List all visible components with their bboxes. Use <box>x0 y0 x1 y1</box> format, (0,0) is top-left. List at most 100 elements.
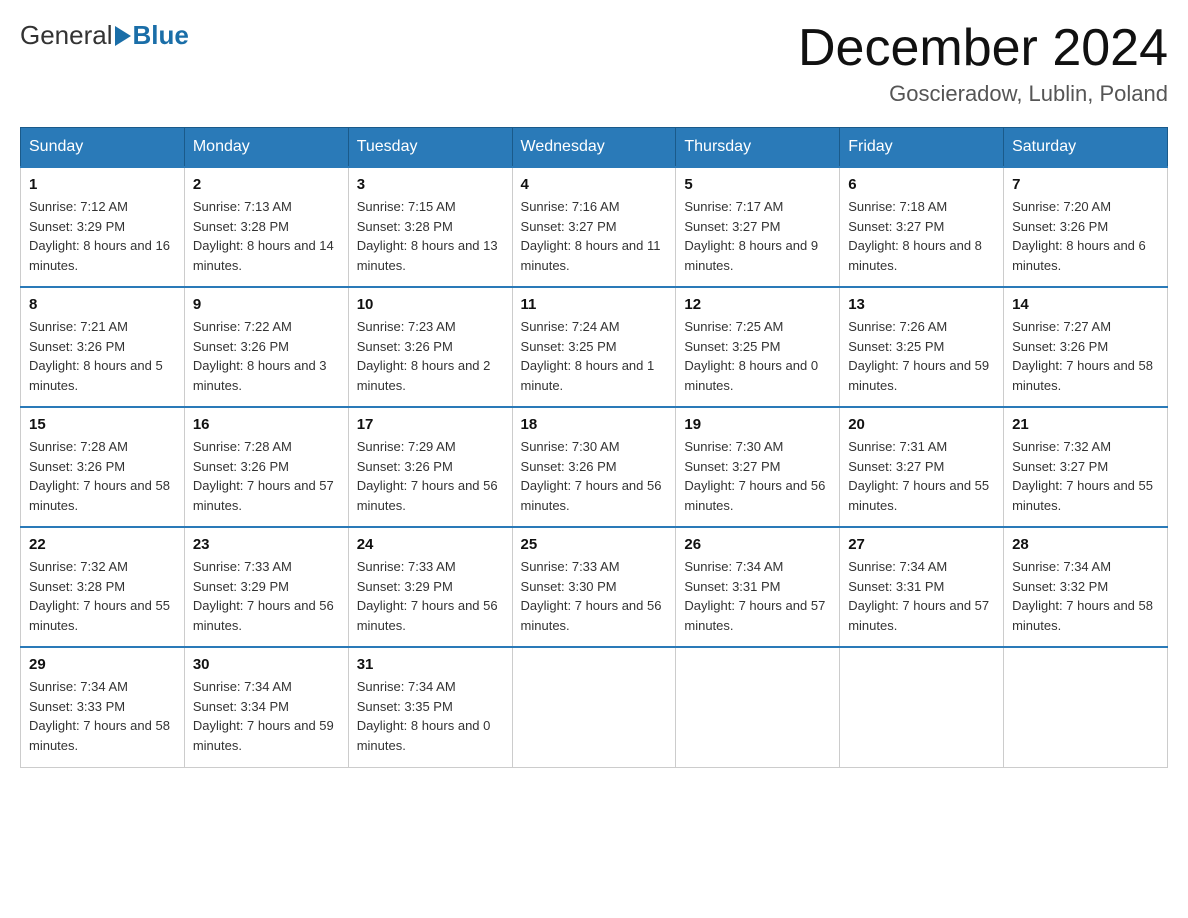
day-number: 10 <box>357 296 504 313</box>
calendar-cell: 15 Sunrise: 7:28 AMSunset: 3:26 PMDayligh… <box>21 407 185 527</box>
day-info: Sunrise: 7:15 AMSunset: 3:28 PMDaylight:… <box>357 197 504 275</box>
column-header-saturday: Saturday <box>1004 128 1168 168</box>
day-info: Sunrise: 7:34 AMSunset: 3:32 PMDaylight:… <box>1012 557 1159 635</box>
calendar-cell: 28 Sunrise: 7:34 AMSunset: 3:32 PMDayligh… <box>1004 527 1168 647</box>
calendar-cell: 13Sunrise: 7:26 AMSunset: 3:25 PMDayligh… <box>840 287 1004 407</box>
calendar-cell: 21 Sunrise: 7:32 AMSunset: 3:27 PMDayligh… <box>1004 407 1168 527</box>
day-info: Sunrise: 7:28 AMSunset: 3:26 PMDaylight:… <box>193 437 340 515</box>
day-number: 1 <box>29 176 176 193</box>
day-number: 15 <box>29 416 176 433</box>
calendar-cell: 17Sunrise: 7:29 AMSunset: 3:26 PMDayligh… <box>348 407 512 527</box>
calendar-cell: 29 Sunrise: 7:34 AMSunset: 3:33 PMDayligh… <box>21 647 185 767</box>
calendar-cell: 2 Sunrise: 7:13 AMSunset: 3:28 PMDaylight… <box>184 167 348 287</box>
calendar-week-row: 29 Sunrise: 7:34 AMSunset: 3:33 PMDayligh… <box>21 647 1168 767</box>
column-header-sunday: Sunday <box>21 128 185 168</box>
day-number: 30 <box>193 656 340 673</box>
day-info: Sunrise: 7:12 AMSunset: 3:29 PMDaylight:… <box>29 197 176 275</box>
day-info: Sunrise: 7:30 AMSunset: 3:27 PMDaylight:… <box>684 437 831 515</box>
calendar-table: SundayMondayTuesdayWednesdayThursdayFrid… <box>20 127 1168 768</box>
column-header-monday: Monday <box>184 128 348 168</box>
day-info: Sunrise: 7:32 AMSunset: 3:27 PMDaylight:… <box>1012 437 1159 515</box>
calendar-cell: 14 Sunrise: 7:27 AMSunset: 3:26 PMDayligh… <box>1004 287 1168 407</box>
day-info: Sunrise: 7:31 AMSunset: 3:27 PMDaylight:… <box>848 437 995 515</box>
day-info: Sunrise: 7:24 AMSunset: 3:25 PMDaylight:… <box>521 317 668 395</box>
day-info: Sunrise: 7:29 AMSunset: 3:26 PMDaylight:… <box>357 437 504 515</box>
calendar-cell: 12 Sunrise: 7:25 AMSunset: 3:25 PMDayligh… <box>676 287 840 407</box>
day-number: 31 <box>357 656 504 673</box>
day-info: Sunrise: 7:34 AMSunset: 3:33 PMDaylight:… <box>29 677 176 755</box>
calendar-cell: 8Sunrise: 7:21 AMSunset: 3:26 PMDaylight… <box>21 287 185 407</box>
calendar-cell: 30 Sunrise: 7:34 AMSunset: 3:34 PMDayligh… <box>184 647 348 767</box>
day-info: Sunrise: 7:16 AMSunset: 3:27 PMDaylight:… <box>521 197 668 275</box>
logo-general-text: General <box>20 20 113 51</box>
day-number: 28 <box>1012 536 1159 553</box>
day-info: Sunrise: 7:34 AMSunset: 3:31 PMDaylight:… <box>848 557 995 635</box>
day-info: Sunrise: 7:30 AMSunset: 3:26 PMDaylight:… <box>521 437 668 515</box>
calendar-cell: 1 Sunrise: 7:12 AMSunset: 3:29 PMDaylight… <box>21 167 185 287</box>
day-info: Sunrise: 7:33 AMSunset: 3:29 PMDaylight:… <box>193 557 340 635</box>
day-info: Sunrise: 7:28 AMSunset: 3:26 PMDaylight:… <box>29 437 176 515</box>
day-info: Sunrise: 7:17 AMSunset: 3:27 PMDaylight:… <box>684 197 831 275</box>
day-info: Sunrise: 7:27 AMSunset: 3:26 PMDaylight:… <box>1012 317 1159 395</box>
day-info: Sunrise: 7:33 AMSunset: 3:30 PMDaylight:… <box>521 557 668 635</box>
calendar-cell <box>512 647 676 767</box>
day-info: Sunrise: 7:18 AMSunset: 3:27 PMDaylight:… <box>848 197 995 275</box>
calendar-cell: 10 Sunrise: 7:23 AMSunset: 3:26 PMDayligh… <box>348 287 512 407</box>
calendar-cell: 23 Sunrise: 7:33 AMSunset: 3:29 PMDayligh… <box>184 527 348 647</box>
calendar-cell: 22 Sunrise: 7:32 AMSunset: 3:28 PMDayligh… <box>21 527 185 647</box>
calendar-header-row: SundayMondayTuesdayWednesdayThursdayFrid… <box>21 128 1168 168</box>
logo: General Blue <box>20 20 189 51</box>
day-number: 23 <box>193 536 340 553</box>
day-info: Sunrise: 7:21 AMSunset: 3:26 PMDaylight:… <box>29 317 176 395</box>
calendar-cell: 4 Sunrise: 7:16 AMSunset: 3:27 PMDaylight… <box>512 167 676 287</box>
day-number: 21 <box>1012 416 1159 433</box>
day-number: 24 <box>357 536 504 553</box>
column-header-wednesday: Wednesday <box>512 128 676 168</box>
calendar-cell: 11 Sunrise: 7:24 AMSunset: 3:25 PMDayligh… <box>512 287 676 407</box>
calendar-cell: 27 Sunrise: 7:34 AMSunset: 3:31 PMDayligh… <box>840 527 1004 647</box>
day-number: 27 <box>848 536 995 553</box>
column-header-tuesday: Tuesday <box>348 128 512 168</box>
day-number: 6 <box>848 176 995 193</box>
day-number: 12 <box>684 296 831 313</box>
calendar-cell: 6 Sunrise: 7:18 AMSunset: 3:27 PMDaylight… <box>840 167 1004 287</box>
calendar-cell: 31 Sunrise: 7:34 AMSunset: 3:35 PMDayligh… <box>348 647 512 767</box>
calendar-cell: 19 Sunrise: 7:30 AMSunset: 3:27 PMDayligh… <box>676 407 840 527</box>
calendar-cell: 25 Sunrise: 7:33 AMSunset: 3:30 PMDayligh… <box>512 527 676 647</box>
page-header: General Blue December 2024 Goscieradow, … <box>20 20 1168 107</box>
day-number: 29 <box>29 656 176 673</box>
day-info: Sunrise: 7:23 AMSunset: 3:26 PMDaylight:… <box>357 317 504 395</box>
calendar-week-row: 8Sunrise: 7:21 AMSunset: 3:26 PMDaylight… <box>21 287 1168 407</box>
column-header-thursday: Thursday <box>676 128 840 168</box>
day-number: 20 <box>848 416 995 433</box>
day-info: Sunrise: 7:34 AMSunset: 3:35 PMDaylight:… <box>357 677 504 755</box>
month-title: December 2024 <box>798 20 1168 77</box>
calendar-week-row: 15 Sunrise: 7:28 AMSunset: 3:26 PMDayligh… <box>21 407 1168 527</box>
day-number: 25 <box>521 536 668 553</box>
calendar-cell: 9Sunrise: 7:22 AMSunset: 3:26 PMDaylight… <box>184 287 348 407</box>
calendar-cell: 26Sunrise: 7:34 AMSunset: 3:31 PMDayligh… <box>676 527 840 647</box>
day-info: Sunrise: 7:32 AMSunset: 3:28 PMDaylight:… <box>29 557 176 635</box>
location-title: Goscieradow, Lublin, Poland <box>798 81 1168 107</box>
day-number: 2 <box>193 176 340 193</box>
calendar-cell: 16 Sunrise: 7:28 AMSunset: 3:26 PMDayligh… <box>184 407 348 527</box>
day-number: 14 <box>1012 296 1159 313</box>
day-info: Sunrise: 7:22 AMSunset: 3:26 PMDaylight:… <box>193 317 340 395</box>
day-number: 19 <box>684 416 831 433</box>
day-info: Sunrise: 7:25 AMSunset: 3:25 PMDaylight:… <box>684 317 831 395</box>
day-number: 22 <box>29 536 176 553</box>
calendar-cell: 7Sunrise: 7:20 AMSunset: 3:26 PMDaylight… <box>1004 167 1168 287</box>
day-number: 16 <box>193 416 340 433</box>
day-info: Sunrise: 7:13 AMSunset: 3:28 PMDaylight:… <box>193 197 340 275</box>
day-info: Sunrise: 7:26 AMSunset: 3:25 PMDaylight:… <box>848 317 995 395</box>
day-number: 5 <box>684 176 831 193</box>
day-info: Sunrise: 7:34 AMSunset: 3:34 PMDaylight:… <box>193 677 340 755</box>
logo-blue-text: Blue <box>133 20 189 51</box>
day-number: 11 <box>521 296 668 313</box>
day-number: 4 <box>521 176 668 193</box>
column-header-friday: Friday <box>840 128 1004 168</box>
calendar-cell <box>840 647 1004 767</box>
logo-arrow-icon <box>115 26 131 46</box>
calendar-cell <box>1004 647 1168 767</box>
calendar-cell: 20 Sunrise: 7:31 AMSunset: 3:27 PMDayligh… <box>840 407 1004 527</box>
